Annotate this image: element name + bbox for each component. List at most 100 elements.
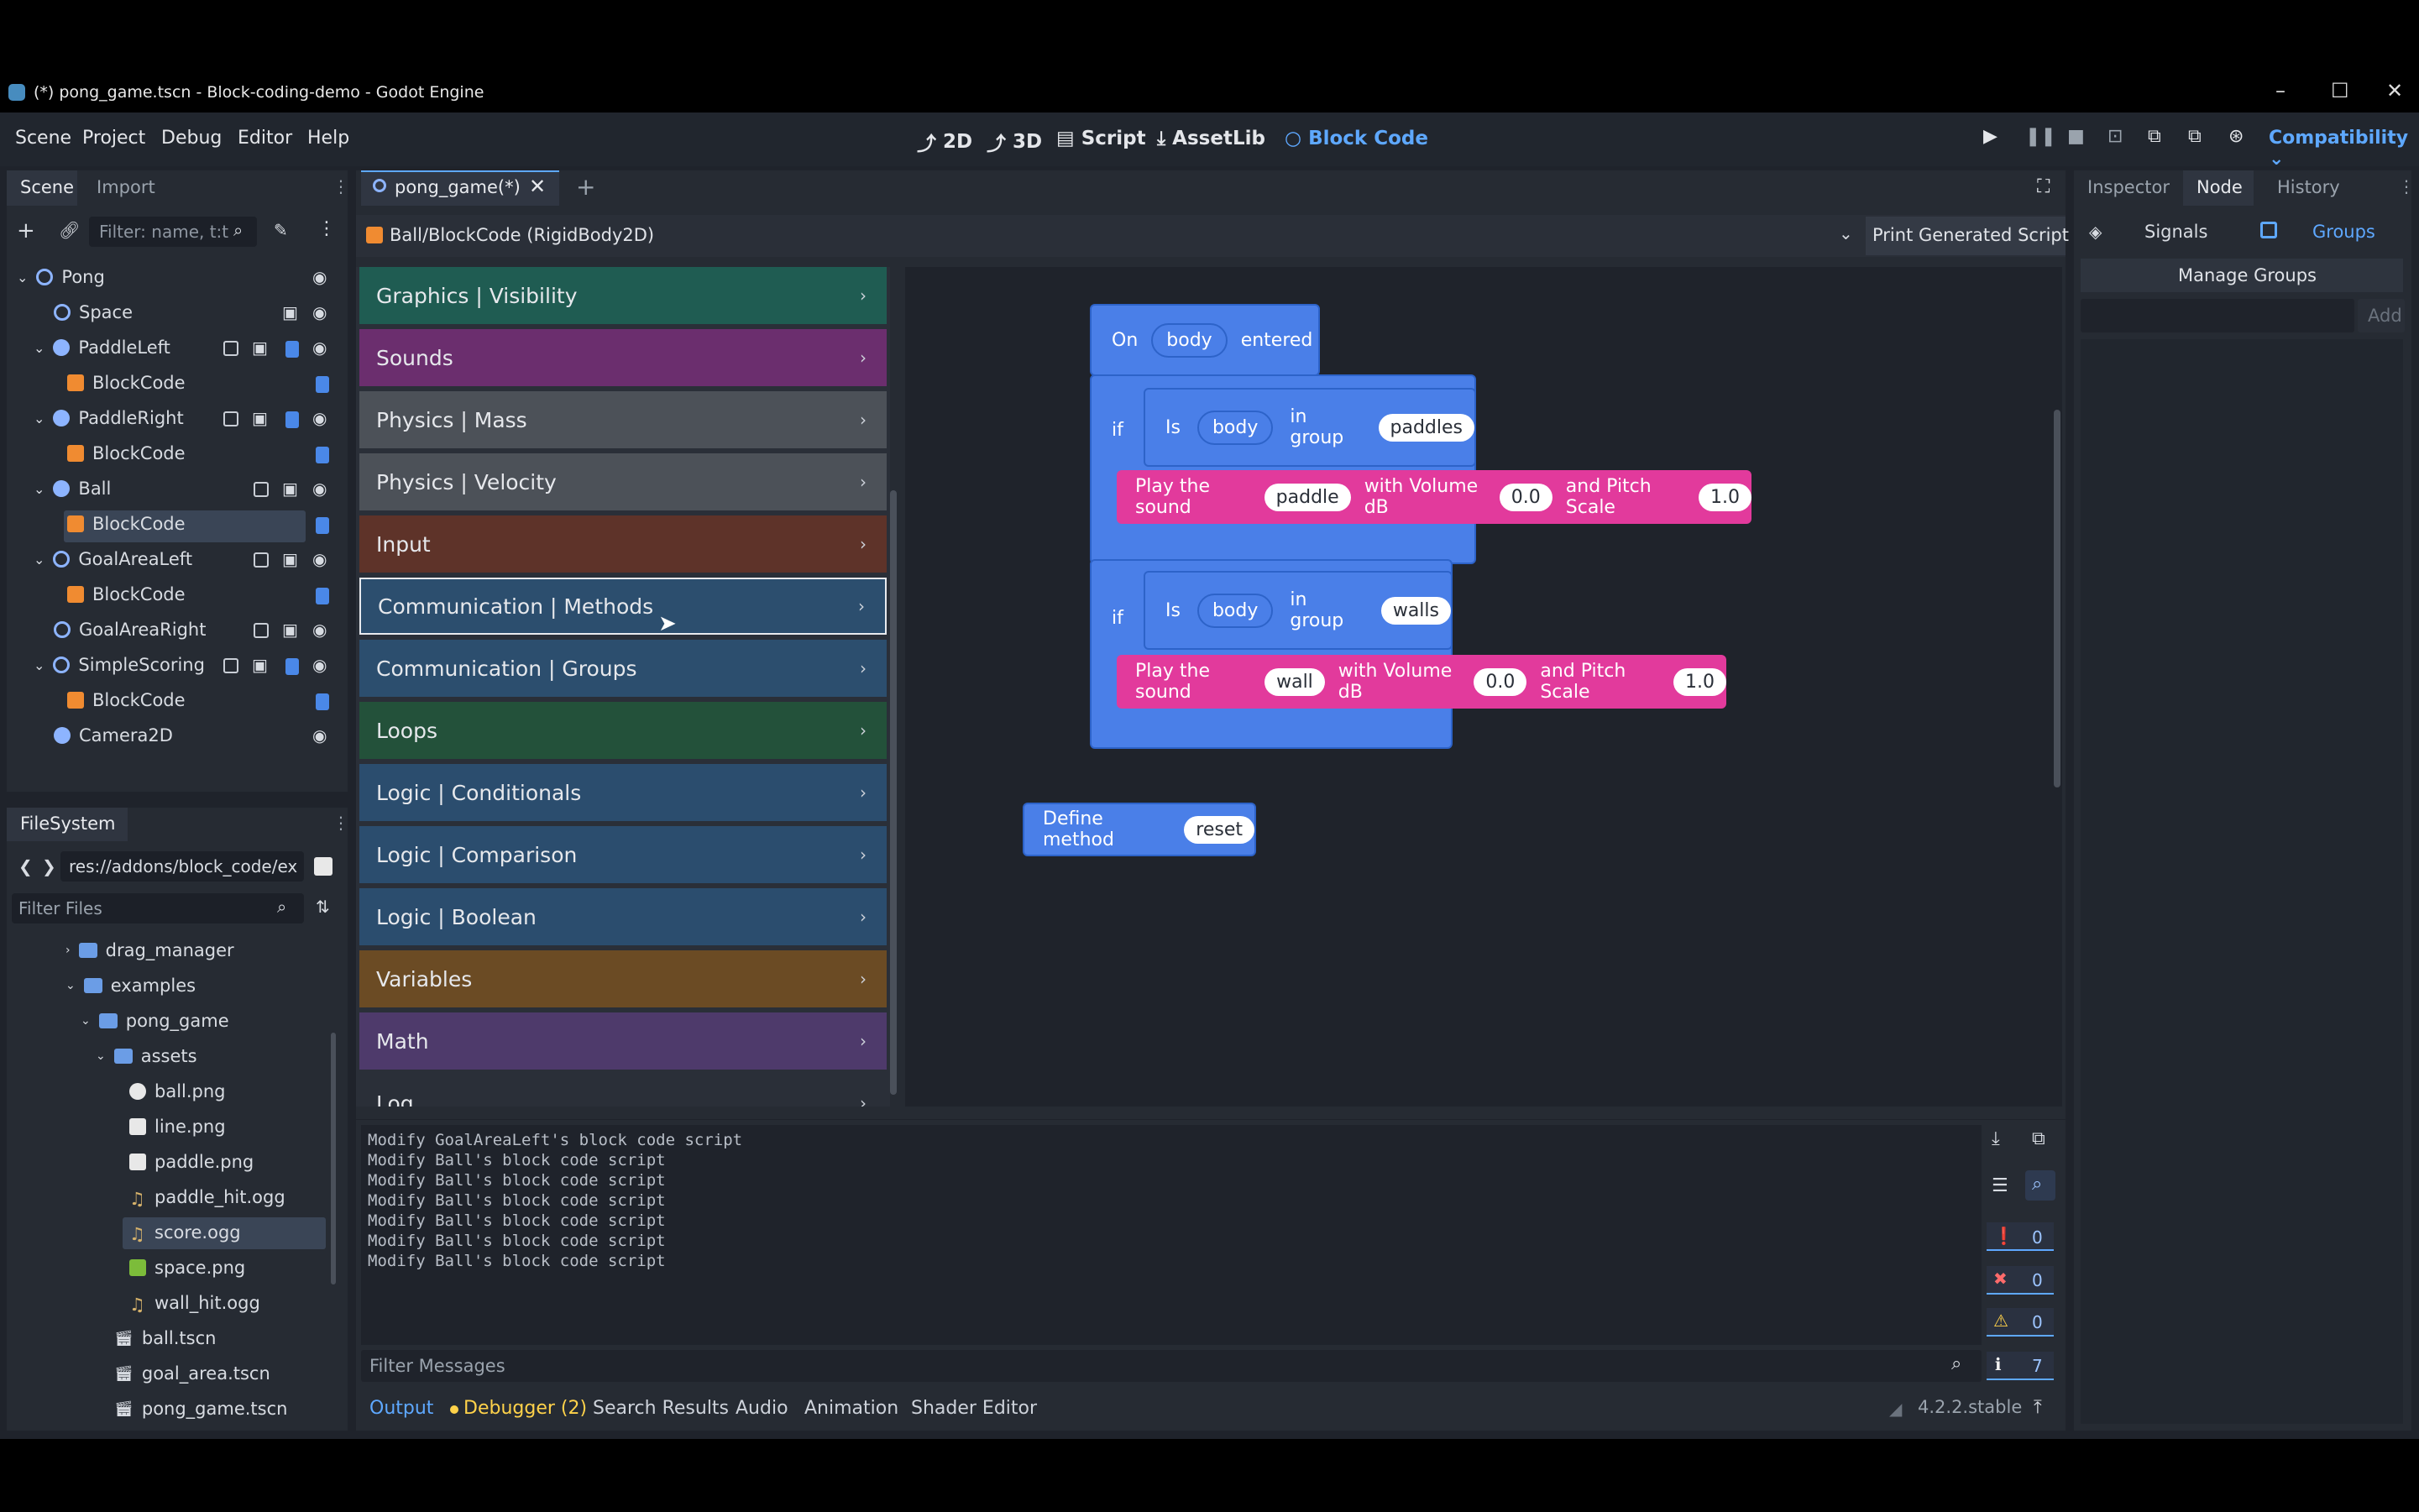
category-communication-methods[interactable]: Communication | Methods ›	[359, 578, 887, 635]
fs-file-pong-game-tscn[interactable]: 🎬︎ pong_game.tscn	[114, 1399, 287, 1419]
collapse-icon[interactable]: ☰	[1992, 1175, 2008, 1196]
mode-script[interactable]: ▤ Script	[1056, 128, 1146, 149]
fs-file-ball-png[interactable]: ball.png	[129, 1081, 226, 1101]
tab-output[interactable]: Output	[369, 1398, 433, 1419]
fullscreen-icon[interactable]: ⛶	[2037, 176, 2050, 197]
pitch-input[interactable]: 1.0	[1673, 667, 1726, 696]
script-icon[interactable]	[316, 517, 329, 534]
mode-3d[interactable]: ⤴ 3D	[987, 128, 1042, 156]
tab-audio[interactable]: Audio	[736, 1398, 788, 1419]
fs-file-space-png[interactable]: space.png	[129, 1258, 245, 1278]
menu-debug[interactable]: Debug	[161, 128, 222, 149]
add-tab-icon[interactable]: +	[576, 173, 595, 201]
tree-item-blockcode[interactable]: BlockCode	[67, 584, 186, 604]
tab-scene[interactable]: Scene	[20, 177, 74, 197]
script-attach-icon[interactable]: ✎	[274, 220, 288, 240]
play-scene-icon[interactable]: ⧉	[2148, 126, 2161, 147]
category-input[interactable]: Input ›	[359, 515, 887, 573]
define-method-block[interactable]: Define method reset	[1023, 803, 1256, 856]
tab-debugger[interactable]: Debugger (2)	[463, 1398, 587, 1419]
script-icon[interactable]	[316, 693, 329, 710]
category-communication-groups[interactable]: Communication | Groups ›	[359, 640, 887, 697]
remote-debug-icon[interactable]: ⊡	[2107, 126, 2123, 147]
body-param[interactable]: body	[1196, 593, 1274, 628]
play-custom-icon[interactable]: ⧉	[2188, 126, 2202, 147]
script-icon[interactable]	[285, 658, 299, 675]
tree-item-simplescoring[interactable]: ⌄ SimpleScoring	[34, 655, 205, 675]
dock-menu-icon[interactable]: ⋮	[332, 813, 349, 833]
expand-bottom-panel-icon[interactable]: ⤒	[2034, 1397, 2042, 1418]
visibility-eye-icon[interactable]: ◉	[312, 267, 327, 287]
script-icon[interactable]	[316, 447, 329, 463]
play-icon[interactable]: ▶	[1983, 126, 1998, 147]
scene-instance-icon[interactable]: ▣	[282, 302, 298, 322]
forward-icon[interactable]: ❯	[42, 856, 56, 876]
fs-folder-assets[interactable]: ⌄ assets	[96, 1046, 197, 1066]
scene-options-icon[interactable]: ⋮	[317, 218, 336, 239]
scene-instance-icon[interactable]: ▣	[252, 337, 268, 358]
fs-file-ball-tscn[interactable]: 🎬︎ ball.tscn	[114, 1328, 216, 1348]
link-icon[interactable]: 🔗︎	[59, 220, 80, 240]
tree-item-camera2d[interactable]: Camera2D	[54, 725, 173, 746]
toggle-split-icon[interactable]	[314, 857, 332, 876]
category-log[interactable]: Log ›	[359, 1075, 887, 1107]
visibility-eye-icon[interactable]: ◉	[312, 302, 327, 322]
fs-file-line-png[interactable]: line.png	[129, 1117, 226, 1137]
pause-icon[interactable]: ❚❚	[2025, 126, 2056, 147]
body-param[interactable]: body	[1151, 322, 1228, 358]
tab-shader-editor[interactable]: Shader Editor	[911, 1398, 1037, 1419]
category-logic-boolean[interactable]: Logic | Boolean ›	[359, 888, 887, 945]
menu-editor[interactable]: Editor	[238, 128, 292, 149]
method-name-input[interactable]: reset	[1184, 815, 1254, 844]
pitch-input[interactable]: 1.0	[1699, 483, 1751, 511]
copy-icon[interactable]: ⧉	[2032, 1128, 2045, 1149]
fs-folder-drag-manager[interactable]: › drag_manager	[65, 940, 234, 960]
tree-item-paddleleft[interactable]: ⌄ PaddleLeft	[34, 337, 170, 358]
scene-instance-icon[interactable]: ▣	[252, 408, 268, 428]
minimize-button[interactable]: –	[2275, 79, 2285, 102]
group-name-input[interactable]: paddles	[1378, 413, 1474, 442]
play-sound-paddle-block[interactable]: Play the sound paddle with Volume dB 0.0…	[1117, 470, 1751, 524]
mode-assetlib[interactable]: ⤓ AssetLib	[1157, 128, 1265, 149]
renderer-select[interactable]: Compatibility ⌄	[2269, 128, 2419, 170]
volume-input[interactable]: 0.0	[1474, 667, 1527, 696]
group-icon[interactable]	[223, 341, 238, 356]
canvas-scrollbar[interactable]	[2054, 410, 2060, 787]
category-math[interactable]: Math ›	[359, 1012, 887, 1070]
menu-scene[interactable]: Scene	[15, 128, 71, 149]
fs-file-wall-hit-ogg[interactable]: ♫ wall_hit.ogg	[129, 1293, 260, 1315]
script-icon[interactable]	[316, 588, 329, 604]
mode-block-code[interactable]: ○ Block Code	[1285, 128, 1428, 149]
tree-item-goalarearight[interactable]: GoalAreaRight	[54, 620, 206, 640]
visibility-eye-icon[interactable]: ◉	[312, 337, 327, 358]
menu-project[interactable]: Project	[82, 128, 145, 149]
scene-instance-icon[interactable]: ▣	[282, 620, 298, 640]
tab-search-results[interactable]: Search Results	[593, 1398, 729, 1419]
tree-item-blockcode[interactable]: BlockCode	[67, 373, 186, 393]
dock-menu-icon[interactable]: ⋮	[2398, 176, 2415, 196]
category-physics-velocity[interactable]: Physics | Velocity ›	[359, 453, 887, 510]
fs-file-goal-area-tscn[interactable]: 🎬︎ goal_area.tscn	[114, 1363, 270, 1384]
tree-item-ball[interactable]: ⌄ Ball	[34, 479, 111, 499]
filter-messages-input[interactable]	[361, 1350, 1982, 1382]
tab-node[interactable]: Node	[2196, 177, 2243, 197]
category-logic-comparison[interactable]: Logic | Comparison ›	[359, 826, 887, 883]
volume-input[interactable]: 0.0	[1499, 483, 1552, 511]
scene-instance-icon[interactable]: ▣	[252, 655, 268, 675]
fs-scrollbar[interactable]	[331, 1033, 336, 1284]
is-in-group-paddles[interactable]: Is body in group paddles	[1144, 388, 1476, 467]
is-in-group-walls[interactable]: Is body in group walls	[1144, 571, 1453, 650]
tree-item-blockcode[interactable]: BlockCode	[67, 690, 186, 710]
category-variables[interactable]: Variables ›	[359, 950, 887, 1007]
visibility-eye-icon[interactable]: ◉	[312, 620, 327, 640]
tree-item-paddleright[interactable]: ⌄ PaddleRight	[34, 408, 184, 428]
signals-tab[interactable]: Signals	[2144, 222, 2207, 242]
visibility-eye-icon[interactable]: ◉	[312, 655, 327, 675]
groups-tab[interactable]: Groups	[2312, 222, 2375, 242]
play-sound-wall-block[interactable]: Play the sound wall with Volume dB 0.0 a…	[1117, 655, 1726, 709]
sound-name-input[interactable]: wall	[1264, 667, 1325, 696]
tree-item-space[interactable]: Space	[54, 302, 133, 322]
scene-instance-icon[interactable]: ▣	[282, 479, 298, 499]
stop-icon[interactable]: ■	[2067, 126, 2085, 147]
category-loops[interactable]: Loops ›	[359, 702, 887, 759]
